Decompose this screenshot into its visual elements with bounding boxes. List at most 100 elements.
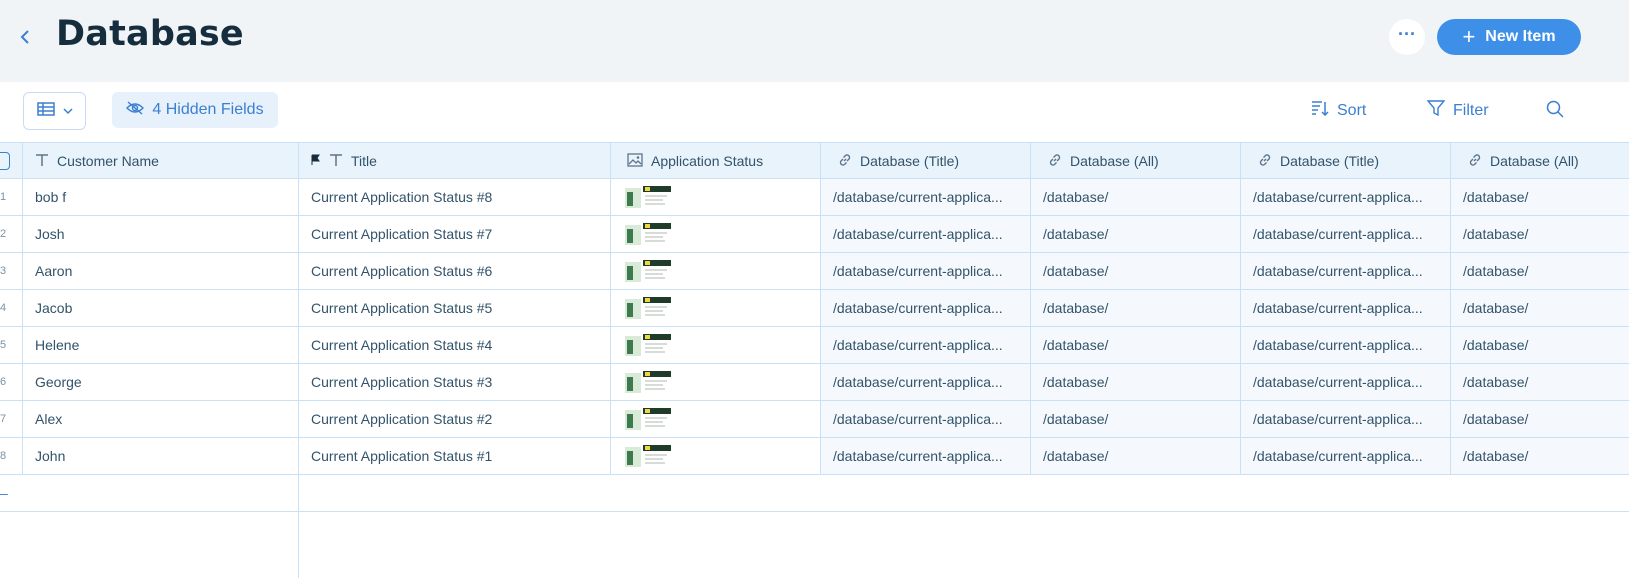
database-title-cell[interactable]: /database/current-applica... <box>1241 401 1451 437</box>
database-title-cell[interactable]: /database/current-applica... <box>821 327 1031 363</box>
database-all-cell[interactable]: /database/ <box>1031 364 1241 400</box>
new-item-button[interactable]: + New Item <box>1437 19 1581 55</box>
application-status-cell[interactable] <box>611 438 821 474</box>
application-status-cell[interactable] <box>611 401 821 437</box>
more-actions-button[interactable]: ··· <box>1389 19 1425 55</box>
column-header-database-all[interactable]: Database (All) <box>1031 143 1241 179</box>
table-row[interactable]: 7 Alex Current Application Status #2/datab… <box>0 401 1629 438</box>
database-all-cell[interactable]: /database/ <box>1031 253 1241 289</box>
database-title-cell[interactable]: /database/current-applica... <box>821 401 1031 437</box>
hidden-fields-button[interactable]: 4 Hidden Fields <box>112 92 278 128</box>
column-header-customer-name[interactable]: Customer Name <box>23 143 299 179</box>
table-row[interactable]: 5 Helene Current Application Status #4/dat… <box>0 327 1629 364</box>
database-all-cell[interactable]: /database/ <box>1451 327 1629 363</box>
application-status-cell[interactable] <box>611 253 821 289</box>
table-row[interactable]: 8 John Current Application Status #1/datab… <box>0 438 1629 475</box>
row-index[interactable]: 2 <box>0 216 23 252</box>
column-header-title[interactable]: Title <box>299 143 611 179</box>
column-header-application-status[interactable]: Application Status <box>611 143 821 179</box>
sort-button[interactable]: Sort <box>1311 100 1366 121</box>
customer-name-cell[interactable]: bob f <box>23 179 299 215</box>
add-row[interactable]: – <box>0 475 1629 512</box>
database-title-cell[interactable]: /database/current-applica... <box>821 290 1031 326</box>
filter-button[interactable]: Filter <box>1426 100 1489 121</box>
title-cell[interactable]: Current Application Status #8 <box>299 179 611 215</box>
database-all-cell[interactable]: /database/ <box>1031 327 1241 363</box>
application-status-thumbnail[interactable] <box>623 294 673 322</box>
application-status-cell[interactable] <box>611 216 821 252</box>
view-switcher-button[interactable] <box>23 92 86 130</box>
database-title-cell[interactable]: /database/current-applica... <box>1241 290 1451 326</box>
customer-name-cell[interactable]: Aaron <box>23 253 299 289</box>
database-title-cell[interactable]: /database/current-applica... <box>821 216 1031 252</box>
application-status-cell[interactable] <box>611 327 821 363</box>
table-row[interactable]: 6 George Current Application Status #3/dat… <box>0 364 1629 401</box>
application-status-cell[interactable] <box>611 290 821 326</box>
title-cell[interactable]: Current Application Status #7 <box>299 216 611 252</box>
application-status-thumbnail[interactable] <box>623 257 673 285</box>
database-title-cell[interactable]: /database/current-applica... <box>821 364 1031 400</box>
row-index[interactable]: 6 <box>0 364 23 400</box>
database-all-cell[interactable]: /database/ <box>1451 216 1629 252</box>
database-all-cell[interactable]: /database/ <box>1031 179 1241 215</box>
database-title-cell[interactable]: /database/current-applica... <box>1241 364 1451 400</box>
row-index[interactable]: 4 <box>0 290 23 326</box>
application-status-cell[interactable] <box>611 364 821 400</box>
database-title-cell[interactable]: /database/current-applica... <box>1241 327 1451 363</box>
customer-name-cell[interactable]: John <box>23 438 299 474</box>
table-row[interactable]: 2 Josh Current Application Status #7/datab… <box>0 216 1629 253</box>
application-status-cell[interactable] <box>611 179 821 215</box>
search-button[interactable] <box>1546 100 1564 123</box>
database-all-cell[interactable]: /database/ <box>1031 216 1241 252</box>
table-row[interactable]: 4 Jacob Current Application Status #5/data… <box>0 290 1629 327</box>
database-all-cell[interactable]: /database/ <box>1451 290 1629 326</box>
database-title-cell[interactable]: /database/current-applica... <box>1241 216 1451 252</box>
row-index[interactable]: 8 <box>0 438 23 474</box>
database-title-cell[interactable]: /database/current-applica... <box>1241 179 1451 215</box>
database-title-cell[interactable]: /database/current-applica... <box>821 179 1031 215</box>
database-all-cell[interactable]: /database/ <box>1031 438 1241 474</box>
row-index[interactable]: 5 <box>0 327 23 363</box>
database-all-cell[interactable]: /database/ <box>1451 179 1629 215</box>
customer-name-cell[interactable]: Jacob <box>23 290 299 326</box>
database-all-cell[interactable]: /database/ <box>1451 253 1629 289</box>
database-all-cell[interactable]: /database/ <box>1451 364 1629 400</box>
application-status-thumbnail[interactable] <box>623 442 673 470</box>
database-all-cell[interactable]: /database/ <box>1031 290 1241 326</box>
row-index[interactable]: 1 <box>0 179 23 215</box>
title-cell[interactable]: Current Application Status #6 <box>299 253 611 289</box>
application-status-thumbnail[interactable] <box>623 331 673 359</box>
row-index[interactable]: 3 <box>0 253 23 289</box>
row-index[interactable]: 7 <box>0 401 23 437</box>
column-header-database-title-2[interactable]: Database (Title) <box>1241 143 1451 179</box>
column-header-database-title[interactable]: Database (Title) <box>821 143 1031 179</box>
database-title-cell[interactable]: /database/current-applica... <box>821 253 1031 289</box>
customer-name-cell[interactable]: Alex <box>23 401 299 437</box>
title-cell[interactable]: Current Application Status #1 <box>299 438 611 474</box>
table-row[interactable]: 1 bob f Current Application Status #8/data… <box>0 179 1629 216</box>
database-title-cell-text: /database/current-applica... <box>833 300 1003 316</box>
database-title-cell[interactable]: /database/current-applica... <box>1241 438 1451 474</box>
add-row-icon[interactable]: – <box>0 475 299 511</box>
table-row[interactable]: 3 Aaron Current Application Status #6/data… <box>0 253 1629 290</box>
title-cell[interactable]: Current Application Status #2 <box>299 401 611 437</box>
customer-name-cell[interactable]: George <box>23 364 299 400</box>
title-cell[interactable]: Current Application Status #4 <box>299 327 611 363</box>
database-all-cell[interactable]: /database/ <box>1031 401 1241 437</box>
application-status-thumbnail[interactable] <box>623 405 673 433</box>
column-header-database-all-2[interactable]: Database (All) <box>1451 143 1629 179</box>
application-status-thumbnail[interactable] <box>623 220 673 248</box>
database-all-cell[interactable]: /database/ <box>1451 438 1629 474</box>
back-icon[interactable] <box>18 26 38 48</box>
database-all-cell[interactable]: /database/ <box>1451 401 1629 437</box>
title-cell-text: Current Application Status #3 <box>311 374 493 390</box>
customer-name-cell[interactable]: Josh <box>23 216 299 252</box>
title-cell[interactable]: Current Application Status #5 <box>299 290 611 326</box>
database-title-cell[interactable]: /database/current-applica... <box>821 438 1031 474</box>
application-status-thumbnail[interactable] <box>623 368 673 396</box>
title-cell[interactable]: Current Application Status #3 <box>299 364 611 400</box>
database-title-cell[interactable]: /database/current-applica... <box>1241 253 1451 289</box>
select-all-checkbox[interactable] <box>0 143 23 179</box>
application-status-thumbnail[interactable] <box>623 183 673 211</box>
customer-name-cell[interactable]: Helene <box>23 327 299 363</box>
